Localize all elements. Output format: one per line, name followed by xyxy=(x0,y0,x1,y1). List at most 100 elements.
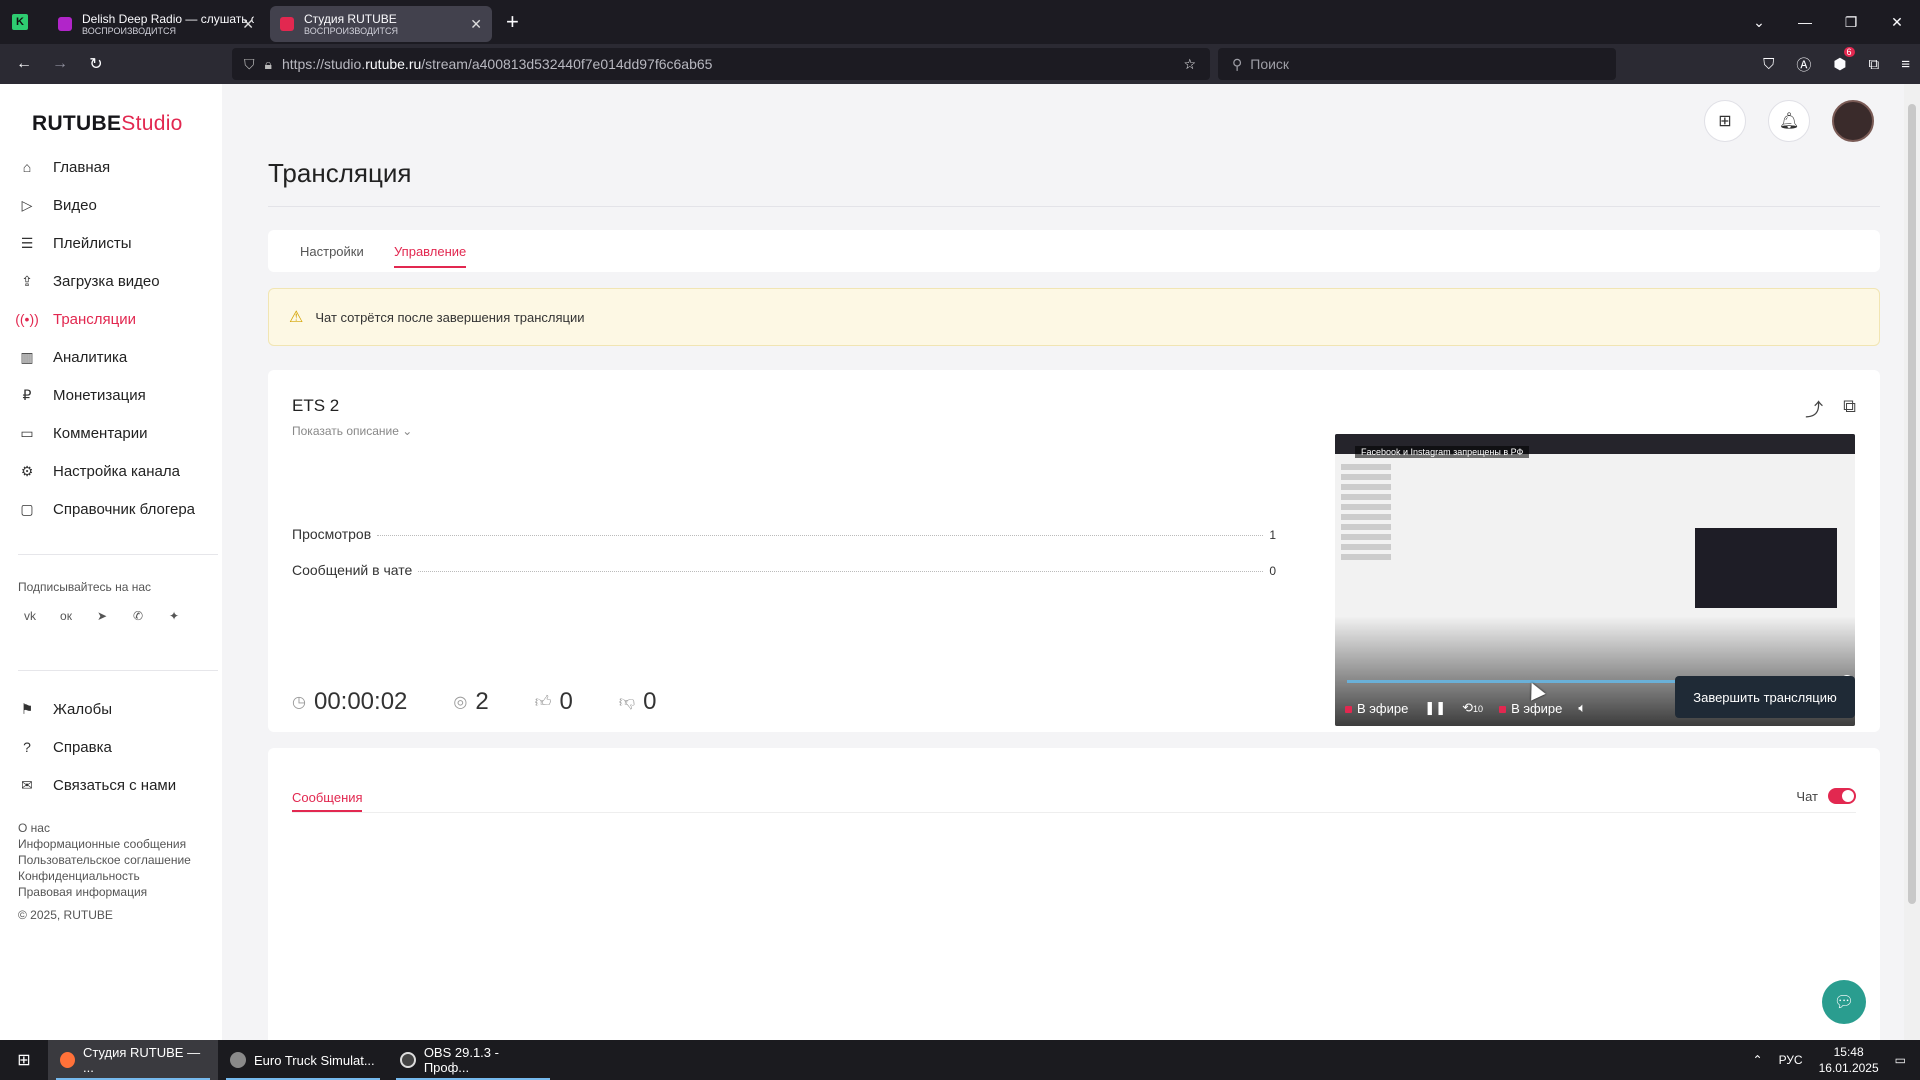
pause-icon[interactable]: ❚❚ xyxy=(1424,700,1446,716)
tab-settings[interactable]: Настройки xyxy=(300,244,364,259)
volume-icon[interactable]: 🔈︎ xyxy=(1578,700,1586,716)
page-scrollbar[interactable] xyxy=(1904,84,1920,1040)
lock-icon[interactable]: 🔒︎ xyxy=(265,56,272,73)
restore-icon[interactable]: ❐ xyxy=(1828,14,1874,31)
sidebar-nav: ⌂ Главная ▷ Видео ☰ Плейлисты ⇪ Загрузка вид… xyxy=(15,148,195,528)
pocket-icon[interactable]: ⛉ xyxy=(1763,56,1774,73)
sidebar-item-help[interactable]: ? Справка xyxy=(18,728,176,766)
sidebar-item-analytics[interactable]: ▥ Аналитика xyxy=(18,338,195,376)
shield-icon[interactable]: ⛉ xyxy=(244,56,255,73)
logo-product: Studio xyxy=(121,112,183,135)
live-indicator-2[interactable]: В эфире xyxy=(1499,701,1562,716)
browser-tab-studio[interactable]: Студия RUTUBE ВОСПРОИЗВОДИТСЯ ✕ xyxy=(270,6,492,42)
gear-icon: ⚙ xyxy=(20,462,34,479)
sidebar-item-label: Справка xyxy=(53,738,112,756)
sidebar-item-upload[interactable]: ⇪ Загрузка видео xyxy=(18,262,195,300)
dislikes-value: 0 xyxy=(643,688,657,715)
page-title: Трансляция xyxy=(268,158,412,188)
toolbar-icons: ⛉ Ⓐ ⬢ 6 ⧉ ≡ xyxy=(1763,44,1910,84)
forward-arrow-icon[interactable]: → xyxy=(42,55,78,73)
minimize-icon[interactable]: — xyxy=(1782,14,1828,30)
chat-bubbles-icon: 💬︎ xyxy=(1833,994,1855,1011)
obs-icon xyxy=(400,1052,416,1068)
app-icon[interactable]: K xyxy=(12,14,28,30)
duration-value: 00:00:02 xyxy=(313,688,408,715)
external-link-icon[interactable]: ⧉ xyxy=(1843,396,1856,422)
windows-start-icon[interactable]: ⊞ xyxy=(0,1050,48,1070)
tab-management[interactable]: Управление xyxy=(394,244,466,259)
search-input[interactable]: ⚲ Поиск xyxy=(1218,48,1616,80)
clock[interactable]: 15:48 16.01.2025 xyxy=(1819,1044,1879,1076)
preview-notice: Facebook и Instagram запрещены в РФ xyxy=(1355,446,1530,458)
new-tab-plus-icon[interactable]: + xyxy=(506,9,519,35)
avatar[interactable] xyxy=(1832,100,1874,142)
sidebar-item-monetization[interactable]: ₽ Монетизация xyxy=(18,376,195,414)
ublock-icon[interactable]: ⬢ 6 xyxy=(1833,47,1855,73)
vk-icon[interactable]: vk xyxy=(18,604,42,628)
notifications-icon[interactable]: ▭ xyxy=(1895,1053,1906,1067)
tab-list-chevron-icon[interactable]: ⌄ xyxy=(1736,14,1782,31)
footer-link-info[interactable]: Информационные сообщения xyxy=(18,836,191,852)
close-icon[interactable]: ✕ xyxy=(470,16,482,33)
taskbar-item-label: Euro Truck Simulat... xyxy=(254,1052,375,1068)
address-bar[interactable]: ⛉ 🔒︎ https://studio. rutube.ru/stream/a40… xyxy=(232,48,1210,80)
rutube-studio-logo[interactable]: RUTUBEStudio xyxy=(32,112,183,136)
telegram-icon[interactable]: ➤ xyxy=(90,604,114,628)
viewers-icon: ◎ xyxy=(453,694,468,711)
footer-links: О нас Информационные сообщения Пользоват… xyxy=(18,820,191,900)
video-icon: ▷ xyxy=(21,196,33,213)
taskbar-item-firefox[interactable]: Студия RUTUBE — ... xyxy=(48,1040,218,1080)
ok-icon[interactable]: ок xyxy=(54,604,78,628)
comments-icon: ▭ xyxy=(20,424,34,441)
notifications-button[interactable]: 🔔︎ xyxy=(1768,100,1810,142)
rewind-icon[interactable]: ⟲10 xyxy=(1462,700,1483,716)
likes-stat: 👍︎ 0 xyxy=(535,688,573,716)
scrollbar-thumb[interactable] xyxy=(1908,104,1916,904)
footer-link-privacy[interactable]: Конфиденциальность xyxy=(18,868,191,884)
account-icon[interactable]: Ⓐ xyxy=(1796,54,1811,75)
sidebar-item-playlists[interactable]: ☰ Плейлисты xyxy=(18,224,195,262)
sidebar-item-guide[interactable]: ▢ Справочник блогера xyxy=(18,490,195,528)
sidebar-item-comments[interactable]: ▭ Комментарии xyxy=(18,414,195,452)
viber-icon[interactable]: ✆ xyxy=(126,604,150,628)
footer-link-terms[interactable]: Пользовательское соглашение xyxy=(18,852,191,868)
show-description-toggle[interactable]: Показать описание ⌄ xyxy=(292,424,412,438)
tab-messages[interactable]: Сообщения xyxy=(292,790,363,805)
sidebar-item-label: Жалобы xyxy=(53,700,112,718)
taskbar-item-ets2[interactable]: Euro Truck Simulat... xyxy=(218,1040,388,1080)
end-stream-button[interactable]: Завершить трансляцию xyxy=(1675,676,1855,718)
extension-badge: 6 xyxy=(1843,47,1855,57)
bookmark-star-icon[interactable]: ☆ xyxy=(1183,56,1196,73)
sidebar-item-channel-settings[interactable]: ⚙ Настройка канала xyxy=(18,452,195,490)
taskbar-item-obs[interactable]: OBS 29.1.3 - Проф... xyxy=(388,1040,558,1080)
viewers-value: 2 xyxy=(475,688,489,715)
footer-link-legal[interactable]: Правовая информация xyxy=(18,884,191,900)
browser-tab-radio[interactable]: Delish Deep Radio — слушать о ВОСПРОИЗВО… xyxy=(48,6,264,42)
menu-icon[interactable]: ≡ xyxy=(1901,56,1910,73)
dislikes-stat: 👎︎ 0 xyxy=(619,688,657,716)
support-chat-button[interactable]: 💬︎ xyxy=(1822,980,1866,1024)
language-indicator[interactable]: РУС xyxy=(1779,1053,1803,1067)
sidebar-item-contact[interactable]: ✉ Связаться с нами xyxy=(18,766,176,804)
copyright: © 2025, RUTUBE xyxy=(18,908,113,922)
monetization-icon: ₽ xyxy=(22,386,32,403)
close-window-icon[interactable]: ✕ xyxy=(1874,14,1920,31)
sidebar-item-broadcasts[interactable]: ((•)) Трансляции xyxy=(15,300,195,338)
clock-time: 15:48 xyxy=(1833,1045,1864,1059)
sidebar-item-complaints[interactable]: ⚑ Жалобы xyxy=(18,690,176,728)
guide-icon: ▢ xyxy=(20,500,34,517)
add-content-button[interactable]: ⊞ xyxy=(1704,100,1746,142)
stat-value: 1 xyxy=(1269,528,1276,542)
sidebar-item-home[interactable]: ⌂ Главная xyxy=(18,148,195,186)
reload-icon[interactable]: ↻ xyxy=(78,54,114,74)
back-arrow-icon[interactable]: ← xyxy=(6,55,42,73)
share-icon[interactable]: ⤴ xyxy=(1805,396,1823,422)
sidebar-item-video[interactable]: ▷ Видео xyxy=(18,186,195,224)
plus-icon[interactable]: ✦ xyxy=(162,604,186,628)
chat-switch[interactable] xyxy=(1828,788,1856,804)
extensions-icon[interactable]: ⧉ xyxy=(1869,56,1880,73)
footer-link-about[interactable]: О нас xyxy=(18,820,191,836)
stat-views: Просмотров 1 xyxy=(292,526,1276,542)
close-icon[interactable]: ✕ xyxy=(242,16,254,33)
tray-chevron-up-icon[interactable]: ⌃ xyxy=(1753,1053,1763,1067)
